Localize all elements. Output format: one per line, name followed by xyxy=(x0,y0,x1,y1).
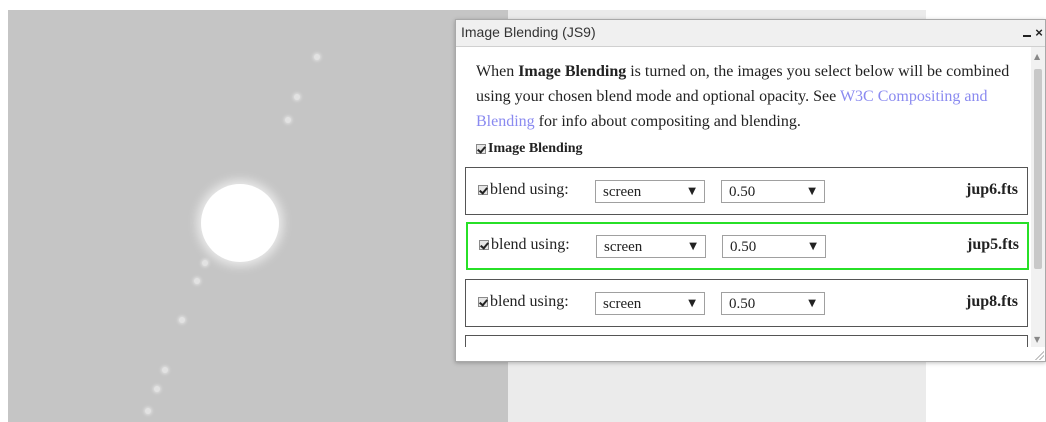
description-text: When Image Blending is turned on, the im… xyxy=(476,59,1016,134)
dialog-content: When Image Blending is turned on, the im… xyxy=(456,47,1031,347)
opacity-select[interactable]: 0.50 ▼ xyxy=(722,235,826,258)
blend-using-label: blend using: xyxy=(490,293,569,310)
scroll-down-icon[interactable]: ▼ xyxy=(1034,335,1040,344)
scrollbar-thumb[interactable] xyxy=(1034,69,1042,269)
minimize-icon xyxy=(1023,35,1031,37)
blend-row-toggle[interactable]: blend using: xyxy=(479,236,570,254)
moon-dot xyxy=(162,367,168,373)
blend-row-partial xyxy=(465,335,1028,347)
blend-row-toggle[interactable]: blend using: xyxy=(478,181,569,199)
blend-row-checkbox[interactable] xyxy=(478,297,488,307)
opacity-value: 0.50 xyxy=(729,296,756,312)
blend-mode-value: screen xyxy=(604,239,643,255)
dropdown-arrow-icon: ▼ xyxy=(688,186,696,197)
blend-row-toggle[interactable]: blend using: xyxy=(478,293,569,311)
moon-dot xyxy=(154,386,160,392)
blend-mode-value: screen xyxy=(603,184,642,200)
blend-mode-select[interactable]: screen ▼ xyxy=(596,235,706,258)
blend-using-label: blend using: xyxy=(491,236,570,253)
opacity-value: 0.50 xyxy=(729,184,756,200)
blend-using-label: blend using: xyxy=(490,181,569,198)
moon-dot xyxy=(314,54,320,60)
dropdown-arrow-icon: ▼ xyxy=(808,186,816,197)
moon-dot xyxy=(202,260,208,266)
blend-row-checkbox[interactable] xyxy=(479,240,489,250)
blend-row: blend using: screen ▼ 0.50 ▼ jup8.fts xyxy=(465,279,1028,327)
image-blending-checkbox[interactable] xyxy=(476,144,486,154)
blend-row-active: blend using: screen ▼ 0.50 ▼ jup5.fts xyxy=(466,222,1029,270)
dropdown-arrow-icon: ▼ xyxy=(688,298,696,309)
image-blending-dialog: Image Blending (JS9) × When Image Blendi… xyxy=(455,19,1046,362)
opacity-select[interactable]: 0.50 ▼ xyxy=(721,292,825,315)
image-filename[interactable]: jup6.fts xyxy=(966,181,1018,199)
dialog-title: Image Blending (JS9) xyxy=(461,24,596,40)
image-filename[interactable]: jup5.fts xyxy=(967,236,1019,254)
blend-mode-select[interactable]: screen ▼ xyxy=(595,180,705,203)
image-display[interactable] xyxy=(8,10,508,422)
dropdown-arrow-icon: ▼ xyxy=(809,241,817,252)
scroll-up-icon[interactable]: ▲ xyxy=(1034,52,1040,61)
minimize-button[interactable] xyxy=(1021,26,1033,40)
opacity-select[interactable]: 0.50 ▼ xyxy=(721,180,825,203)
resize-grip-icon[interactable] xyxy=(1034,350,1044,360)
dropdown-arrow-icon: ▼ xyxy=(808,298,816,309)
blend-row: blend using: screen ▼ 0.50 ▼ jup6.fts xyxy=(465,167,1028,215)
desc-bold-term: Image Blending xyxy=(518,63,627,80)
moon-dot xyxy=(179,317,185,323)
desc-part: When xyxy=(476,63,519,80)
moon-dot xyxy=(145,408,151,414)
planet-blob xyxy=(201,184,279,262)
dropdown-arrow-icon: ▼ xyxy=(689,241,697,252)
image-blending-toggle[interactable]: Image Blending xyxy=(476,141,583,157)
moon-dot xyxy=(285,117,291,123)
blend-mode-select[interactable]: screen ▼ xyxy=(595,292,705,315)
image-blending-label: Image Blending xyxy=(488,141,583,156)
blend-row-checkbox[interactable] xyxy=(478,185,488,195)
desc-part: for info about compositing and blending. xyxy=(534,113,801,130)
moon-dot xyxy=(294,94,300,100)
dialog-titlebar[interactable]: Image Blending (JS9) × xyxy=(456,20,1045,47)
dialog-scrollbar[interactable]: ▲ ▼ xyxy=(1031,47,1045,347)
opacity-value: 0.50 xyxy=(730,239,757,255)
image-filename[interactable]: jup8.fts xyxy=(966,293,1018,311)
moon-dot xyxy=(194,278,200,284)
blend-mode-value: screen xyxy=(603,296,642,312)
close-button[interactable]: × xyxy=(1033,26,1045,40)
